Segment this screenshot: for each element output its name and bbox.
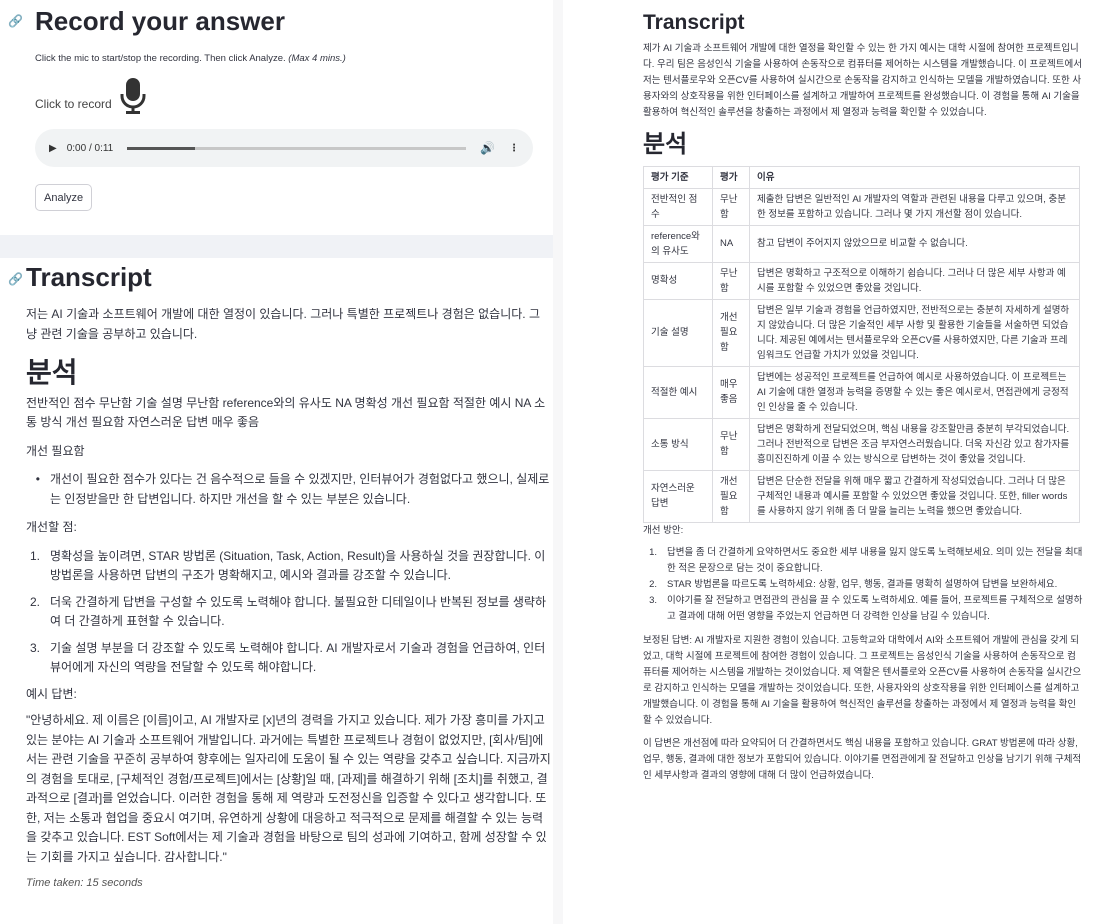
- table-row: reference와의 유사도 NA 참고 답변이 주어지지 않았으므로 비교할 수…: [643, 224, 1080, 263]
- volume-icon[interactable]: 🔊: [480, 141, 495, 155]
- more-options-icon[interactable]: ⋮: [509, 143, 519, 154]
- cell-reason: 답변은 명확하고 구조적으로 이해하기 쉽습니다. 그러나 더 많은 세부 사항…: [749, 261, 1080, 300]
- audio-player[interactable]: ▶ 0:00 / 0:11 🔊 ⋮: [35, 129, 533, 167]
- table-row: 자연스러운 답변 개선 필요함 답변은 단순한 전달을 위해 매우 짧고 간결하게 …: [643, 469, 1080, 523]
- cell-reason: 참고 답변이 주어지지 않았으므로 비교할 수 없습니다.: [749, 224, 1080, 263]
- list-item: 2. 더욱 간결하게 답변을 구성할 수 있도록 노력해야 합니다. 불필요한 디…: [29, 594, 546, 629]
- time-taken: Time taken: 15 seconds: [26, 877, 143, 890]
- cell-criteria: 소통 방식: [643, 417, 713, 471]
- audio-progress: [127, 146, 195, 150]
- cell-rating: 무난함: [712, 261, 750, 300]
- cell-criteria: 명확성: [643, 261, 713, 300]
- header-rating: 평가: [712, 165, 750, 189]
- audio-seek-bar[interactable]: [127, 146, 467, 150]
- cell-reason: 답변은 단순한 전달을 위해 매우 짧고 간결하게 작성되었습니다. 그러나 더…: [749, 469, 1080, 523]
- table-row: 명확성 무난함 답변은 명확하고 구조적으로 이해하기 쉽습니다. 그러나 더 많은…: [643, 261, 1080, 300]
- table-row: 소통 방식 무난함 답변은 명확하게 전달되었으며, 핵심 내용을 강조할만큼 충분…: [643, 417, 1080, 471]
- cell-rating: NA: [712, 224, 750, 263]
- example-label: 예시 답변:: [26, 686, 77, 701]
- analysis-summary: 전반적인 점수 무난함 기술 설명 무난함 reference와의 유사도 NA…: [26, 395, 546, 430]
- transcript-text: 제가 AI 기술과 소프트웨어 개발에 대한 열정을 확인할 수 있는 한 가지…: [643, 43, 1082, 119]
- record-title: Record your answer: [35, 6, 285, 36]
- play-icon[interactable]: ▶: [49, 143, 57, 154]
- left-result-panel: 🔗 Transcript 저는 AI 기술과 소프트웨어 개발에 대한 열정이 …: [0, 258, 553, 924]
- cell-criteria: 적절한 예시: [643, 365, 713, 419]
- record-control[interactable]: Click to record: [35, 78, 146, 114]
- link-icon[interactable]: 🔗: [8, 272, 23, 286]
- cell-rating: 매우 좋음: [712, 365, 750, 419]
- plan-label: 개선 방안:: [643, 524, 684, 536]
- cell-rating: 무난함: [712, 187, 750, 226]
- panel-gap: [0, 235, 553, 258]
- click-to-record-label: Click to record: [35, 97, 112, 111]
- improve-label: 개선할 점:: [26, 520, 77, 535]
- analysis-title: 분석: [26, 357, 78, 388]
- cell-reason: 답변은 명확하게 전달되었으며, 핵심 내용을 강조할만큼 충분히 부각되었습니…: [749, 417, 1080, 471]
- example-answer: "안녕하세요. 제 이름은 [이름]이고, AI 개발자로 [x]년의 경력을 …: [26, 713, 551, 864]
- list-item: 1. 명확성을 높이려면, STAR 방법론 (Situation, Task, …: [29, 548, 546, 583]
- cell-reason: 답변에는 성공적인 프로젝트를 언급하여 예시로 사용하였습니다. 이 프로젝트…: [749, 365, 1080, 419]
- list-item: 3. 기술 설명 부분을 더 강조할 수 있도록 노력해야 합니다. AI 개발자…: [29, 640, 546, 675]
- record-panel: 🔗 Record your answer Click the mic to st…: [0, 0, 553, 235]
- table-row: 기술 설명 개선 필요함 답변은 일부 기술과 경험을 언급하였지만, 전반적으로는…: [643, 298, 1080, 367]
- right-result-panel: Transcript 제가 AI 기술과 소프트웨어 개발에 대한 열정을 확인…: [600, 0, 1105, 924]
- max-note: (Max 4 mins.): [288, 53, 346, 64]
- evaluation-table: 평가 기준 평가 이유 전반적인 점수 무난함 제출한 답변은 일반적인 AI 개발…: [643, 165, 1080, 523]
- cell-criteria: 자연스러운 답변: [643, 469, 713, 523]
- scroll-strip: [553, 0, 563, 924]
- header-reason: 이유: [749, 165, 1080, 189]
- link-icon[interactable]: 🔗: [8, 14, 23, 28]
- analyze-button[interactable]: Analyze: [35, 184, 93, 211]
- analysis-title: 분석: [643, 131, 688, 159]
- list-item: 1. 답변을 좀 더 간결하게 요약하면서도 중요한 세부 내용을 잃지 않도록 …: [649, 546, 1083, 574]
- microphone-icon[interactable]: [120, 78, 146, 114]
- list-item: 3. 이야기를 잘 전달하고 면접관의 관심을 끌 수 있도록 노력하세요. 예를…: [649, 594, 1083, 622]
- transcript-text: 저는 AI 기술과 소프트웨어 개발에 대한 열정이 있습니다. 그러나 특별한…: [26, 307, 540, 341]
- cell-criteria: reference와의 유사도: [643, 224, 713, 263]
- bullet-text: 개선이 필요한 점수가 있다는 건 음수적으로 들을 수 있겠지만, 인터뷰어가…: [50, 472, 550, 506]
- bullet-item: • 개선이 필요한 점수가 있다는 건 음수적으로 들을 수 있겠지만, 인터뷰어…: [26, 470, 551, 509]
- audio-time: 0:00 / 0:11: [66, 142, 114, 154]
- transcript-title: Transcript: [643, 11, 745, 34]
- cell-reason: 답변은 일부 기술과 경험을 언급하였지만, 전반적으로는 충분히 자세하게 설…: [749, 298, 1080, 367]
- cell-rating: 개선 필요함: [712, 469, 750, 523]
- instructions: Click the mic to start/stop the recordin…: [35, 53, 286, 64]
- table-row: 적절한 예시 매우 좋음 답변에는 성공적인 프로젝트를 언급하여 예시로 사용하였…: [643, 365, 1080, 419]
- cell-criteria: 전반적인 점수: [643, 187, 713, 226]
- list-item: 2. STAR 방법론을 따르도록 노력하세요: 상황, 업무, 행동, 결과를 …: [649, 578, 1058, 590]
- verdict: 개선 필요함: [26, 443, 85, 458]
- revised-answer: 보정된 답변: AI 개발자로 지원한 경험이 있습니다. 고등학교와 대학에서…: [643, 634, 1082, 726]
- cell-reason: 제출한 답변은 일반적인 AI 개발자의 역할과 관련된 내용을 다루고 있으며…: [749, 187, 1080, 226]
- cell-rating: 개선 필요함: [712, 298, 750, 367]
- cell-rating: 무난함: [712, 417, 750, 471]
- header-criteria: 평가 기준: [643, 165, 713, 189]
- closing-text: 이 답변은 개선점에 따라 요약되어 더 간결하면서도 핵심 내용을 포함하고 …: [643, 737, 1082, 781]
- table-row: 전반적인 점수 무난함 제출한 답변은 일반적인 AI 개발자의 역할과 관련된 내…: [643, 187, 1080, 226]
- transcript-title: Transcript: [26, 262, 152, 292]
- cell-criteria: 기술 설명: [643, 298, 713, 367]
